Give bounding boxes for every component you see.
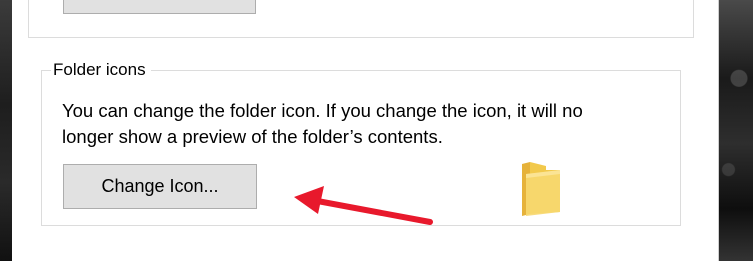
dialog-edge <box>718 0 719 261</box>
group-description: You can change the folder icon. If you c… <box>62 100 583 147</box>
red-arrow-icon <box>294 186 433 225</box>
previous-button[interactable] <box>63 0 256 14</box>
desktop-background-left <box>0 0 12 261</box>
group-title: Folder icons <box>51 59 151 81</box>
change-icon-button[interactable]: Change Icon... <box>63 164 257 209</box>
desktop-background-right <box>718 0 753 261</box>
folder-icon <box>522 162 560 216</box>
